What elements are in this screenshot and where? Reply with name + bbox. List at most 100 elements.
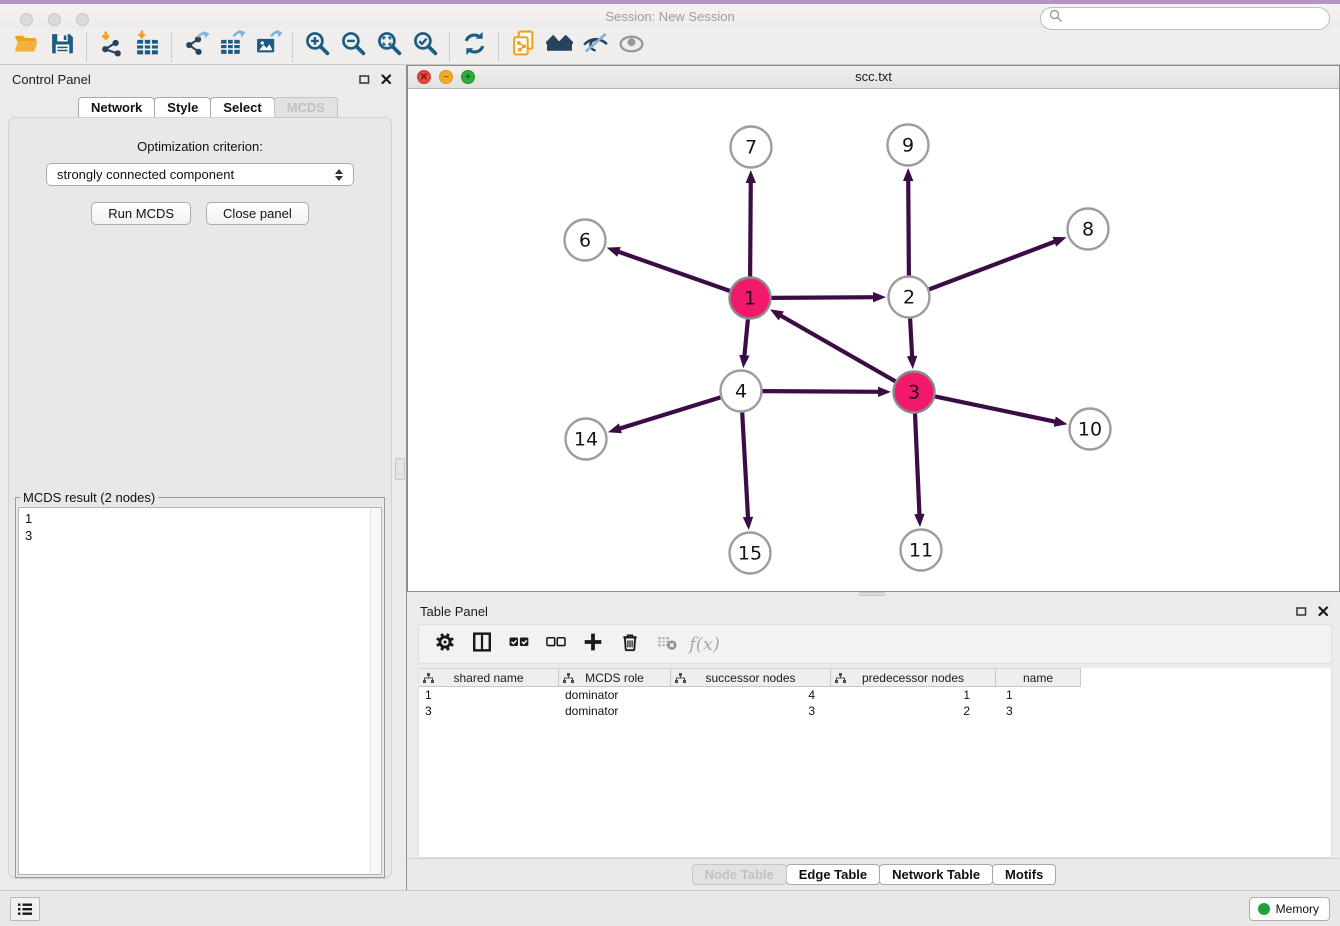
graph-edge-2-8[interactable] xyxy=(929,240,1058,289)
import-table-icon xyxy=(134,30,161,62)
tab-edge-table[interactable]: Edge Table xyxy=(786,864,880,885)
graph-edge-4-15[interactable] xyxy=(742,413,748,522)
table-header-row: shared nameMCDS rolesuccessor nodesprede… xyxy=(419,668,1331,687)
tab-mcds[interactable]: MCDS xyxy=(274,97,338,118)
float-panel-icon[interactable] xyxy=(358,73,371,86)
graph-edge-3-11[interactable] xyxy=(915,414,920,519)
save-session-button[interactable] xyxy=(44,31,80,62)
cell-predecessor-nodes[interactable]: 1 xyxy=(831,687,996,703)
zoom-in-icon xyxy=(304,30,331,62)
graph-edge-3-10[interactable] xyxy=(935,396,1059,422)
node-table[interactable]: shared nameMCDS rolesuccessor nodesprede… xyxy=(418,668,1332,858)
tab-node-table[interactable]: Node Table xyxy=(692,864,787,885)
first-neighbors-button[interactable] xyxy=(541,31,577,62)
graph-node-label-10: 10 xyxy=(1078,419,1102,441)
graph-arrowhead-4-14 xyxy=(608,423,622,433)
main-toolbar xyxy=(0,28,1340,65)
graph-edge-1-7[interactable] xyxy=(750,179,751,277)
graph-arrowhead-2-8 xyxy=(1053,237,1067,247)
vertical-splitter-handle[interactable] xyxy=(395,458,405,480)
export-table-button[interactable] xyxy=(214,31,250,62)
tab-motifs[interactable]: Motifs xyxy=(992,864,1056,885)
panel-list-button[interactable] xyxy=(10,897,40,921)
column-header-name[interactable]: name xyxy=(996,668,1081,687)
search-box[interactable] xyxy=(1040,7,1330,30)
cell-name[interactable]: 3 xyxy=(996,703,1081,719)
zoom-fit-button[interactable] xyxy=(371,31,407,62)
graph-edge-2-3[interactable] xyxy=(910,319,912,361)
close-table-panel-icon[interactable] xyxy=(1317,605,1330,618)
run-mcds-button[interactable]: Run MCDS xyxy=(91,202,191,225)
graph-edge-2-9[interactable] xyxy=(908,177,909,276)
zoom-out-button[interactable] xyxy=(335,31,371,62)
search-input[interactable] xyxy=(1068,12,1329,26)
network-canvas[interactable]: 7968124314101511 xyxy=(408,89,1339,591)
graph-edge-1-2[interactable] xyxy=(772,297,878,298)
export-image-button[interactable] xyxy=(250,31,286,62)
column-header-predecessor-nodes[interactable]: predecessor nodes xyxy=(831,668,996,687)
graph-arrowhead-2-3 xyxy=(907,356,917,369)
zoom-in-button[interactable] xyxy=(299,31,335,62)
clone-network-button[interactable] xyxy=(505,31,541,62)
mcds-result-textarea[interactable]: 1 3 xyxy=(18,507,382,875)
refresh-button[interactable] xyxy=(456,31,492,62)
optimization-criterion-select[interactable]: strongly connected component xyxy=(46,163,354,186)
tab-select[interactable]: Select xyxy=(210,97,274,118)
graph-edge-3-1[interactable] xyxy=(778,314,896,381)
column-header-shared-name[interactable]: shared name xyxy=(419,668,559,687)
cell-MCDS-role[interactable]: dominator xyxy=(559,687,671,703)
column-header-successor-nodes[interactable]: successor nodes xyxy=(671,668,831,687)
refresh-icon xyxy=(461,30,488,62)
zoom-selected-icon xyxy=(412,30,439,62)
cell-predecessor-nodes[interactable]: 2 xyxy=(831,703,996,719)
memory-button[interactable]: Memory xyxy=(1249,897,1330,921)
column-header-MCDS-role[interactable]: MCDS role xyxy=(559,668,671,687)
network-graph[interactable]: 7968124314101511 xyxy=(408,89,1339,591)
graph-edge-1-4[interactable] xyxy=(744,319,748,359)
float-table-panel-icon[interactable] xyxy=(1295,605,1308,618)
cell-name[interactable]: 1 xyxy=(996,687,1081,703)
import-network-button[interactable] xyxy=(93,31,129,62)
delete-column-button[interactable] xyxy=(616,631,643,658)
graph-arrowhead-4-3 xyxy=(878,387,891,397)
select-all-rows-button[interactable] xyxy=(505,631,532,658)
column-visibility-button[interactable] xyxy=(468,631,495,658)
graph-arrowhead-1-2 xyxy=(873,292,886,302)
open-file-button[interactable] xyxy=(8,31,44,62)
network-view-window: ✕ − + scc.txt 7968124314101511 xyxy=(407,65,1340,592)
deselect-all-rows-button[interactable] xyxy=(542,631,569,658)
result-scrollbar[interactable] xyxy=(370,508,381,874)
network-window-titlebar[interactable]: ✕ − + scc.txt xyxy=(408,66,1339,89)
table-settings-gear-button[interactable] xyxy=(431,631,458,658)
close-panel-button[interactable]: Close panel xyxy=(206,202,309,225)
table-row-1[interactable]: 1dominator411 xyxy=(419,687,1331,703)
graph-edge-1-6[interactable] xyxy=(615,251,730,291)
cell-successor-nodes[interactable]: 3 xyxy=(671,703,831,719)
export-network-button[interactable] xyxy=(178,31,214,62)
application-window: Session: New Session Control Panel Netwo… xyxy=(0,0,1340,926)
horizontal-splitter-handle[interactable] xyxy=(859,592,885,596)
tab-style[interactable]: Style xyxy=(154,97,211,118)
delete-column-icon xyxy=(620,632,640,657)
add-column-button[interactable] xyxy=(579,631,606,658)
graph-arrowhead-3-11 xyxy=(914,514,924,527)
zoom-selected-button[interactable] xyxy=(407,31,443,62)
cell-MCDS-role[interactable]: dominator xyxy=(559,703,671,719)
graph-edge-4-3[interactable] xyxy=(763,391,883,392)
tab-network[interactable]: Network xyxy=(78,97,155,118)
tab-network-table[interactable]: Network Table xyxy=(879,864,993,885)
hide-selected-button[interactable] xyxy=(577,31,613,62)
import-table-button[interactable] xyxy=(129,31,165,62)
graph-node-label-14: 14 xyxy=(574,429,598,451)
graph-node-label-1: 1 xyxy=(744,288,756,310)
table-panel-tabs: Node TableEdge TableNetwork TableMotifs xyxy=(407,858,1340,890)
graph-node-label-7: 7 xyxy=(745,137,757,159)
cell-shared-name[interactable]: 1 xyxy=(419,687,559,703)
show-all-button[interactable] xyxy=(613,31,649,62)
table-row-2[interactable]: 3dominator323 xyxy=(419,703,1331,719)
graph-node-label-6: 6 xyxy=(579,230,591,252)
graph-edge-4-14[interactable] xyxy=(617,397,721,429)
cell-successor-nodes[interactable]: 4 xyxy=(671,687,831,703)
cell-shared-name[interactable]: 3 xyxy=(419,703,559,719)
close-panel-icon[interactable] xyxy=(380,73,393,86)
